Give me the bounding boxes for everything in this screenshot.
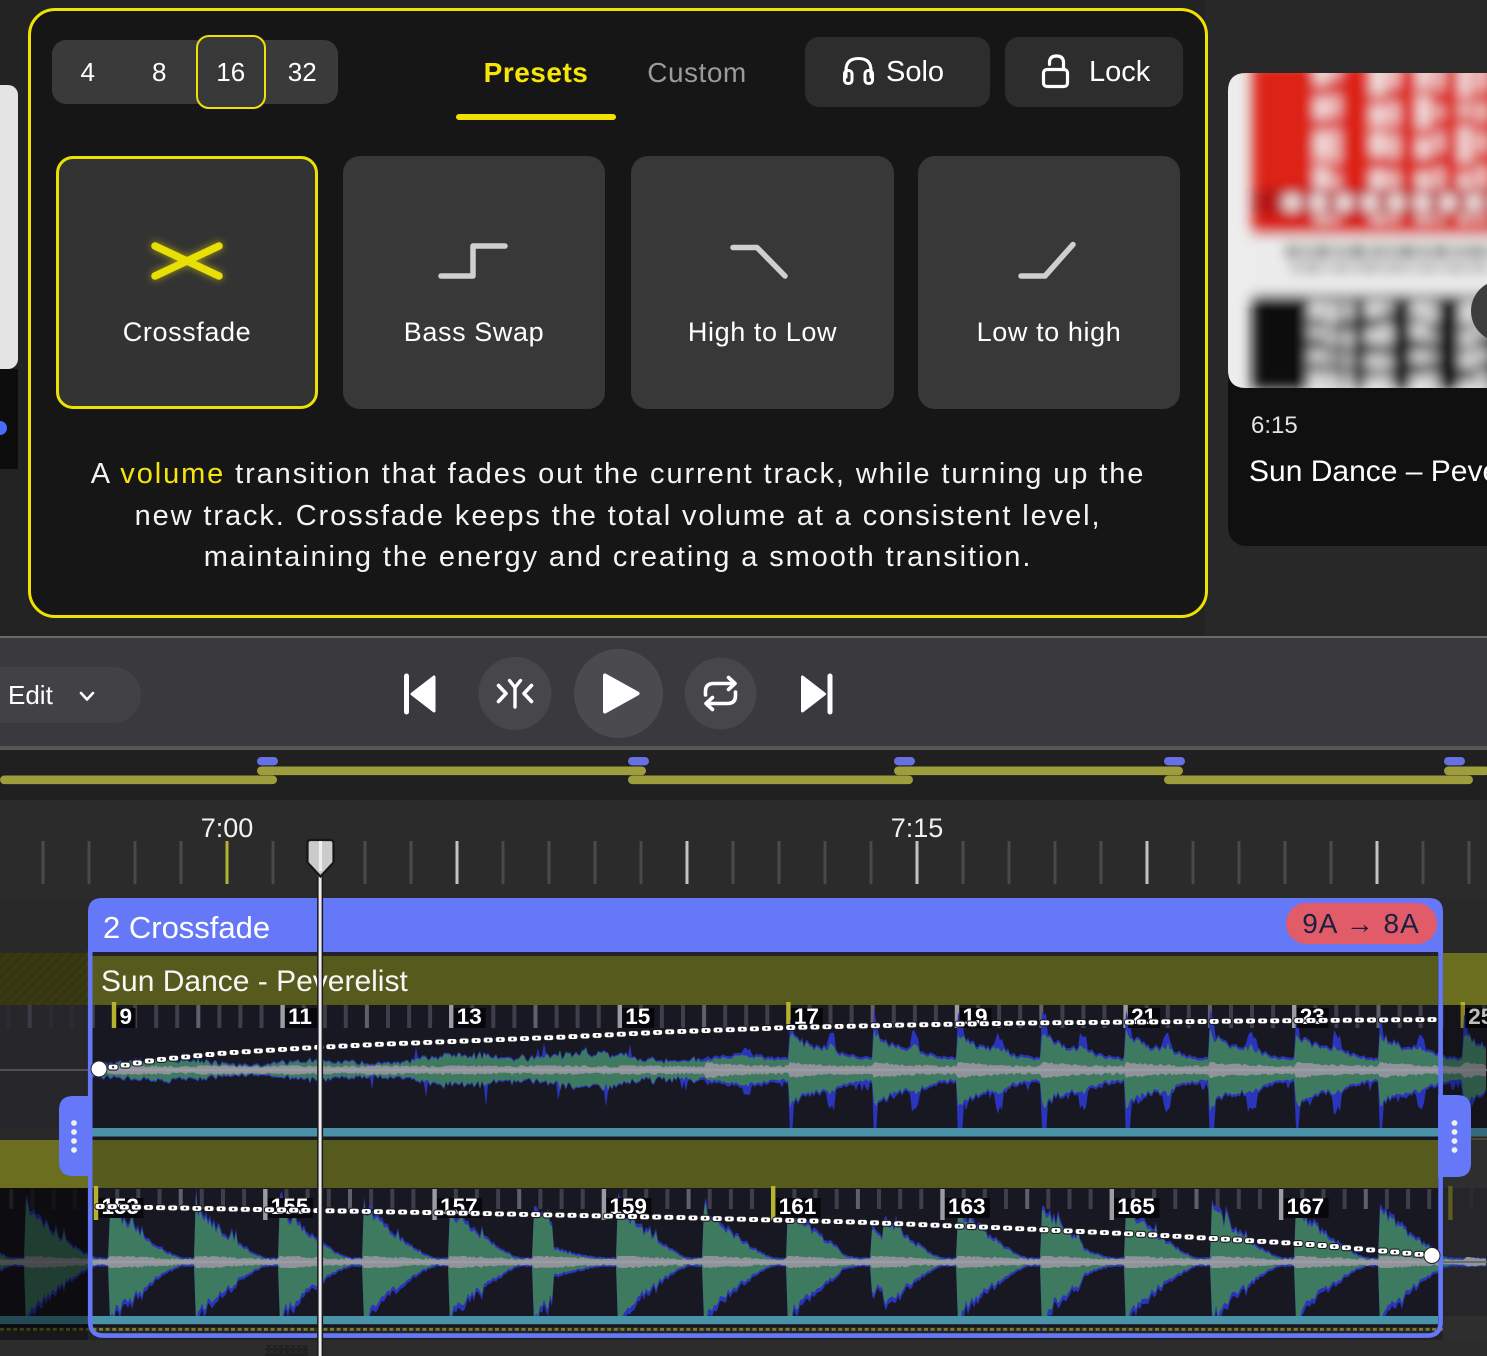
svg-text:13: 13 (457, 1004, 482, 1029)
svg-text:165: 165 (1117, 1194, 1155, 1219)
svg-text:7:15: 7:15 (891, 813, 944, 843)
svg-text:23: 23 (1300, 1004, 1325, 1029)
svg-text:Sun Dance - Peverelist: Sun Dance - Peverelist (101, 965, 408, 998)
svg-text:163: 163 (948, 1194, 986, 1219)
svg-text:9A → 8A: 9A → 8A (1302, 908, 1420, 939)
svg-text:7:00: 7:00 (201, 813, 254, 843)
svg-text:11: 11 (288, 1004, 312, 1029)
svg-text:167: 167 (1287, 1194, 1325, 1219)
svg-text:2 Crossfade: 2 Crossfade (103, 910, 270, 945)
svg-text:155: 155 (271, 1194, 309, 1219)
svg-text:9: 9 (120, 1004, 133, 1029)
svg-text:15: 15 (625, 1004, 650, 1029)
svg-text:161: 161 (779, 1194, 817, 1219)
